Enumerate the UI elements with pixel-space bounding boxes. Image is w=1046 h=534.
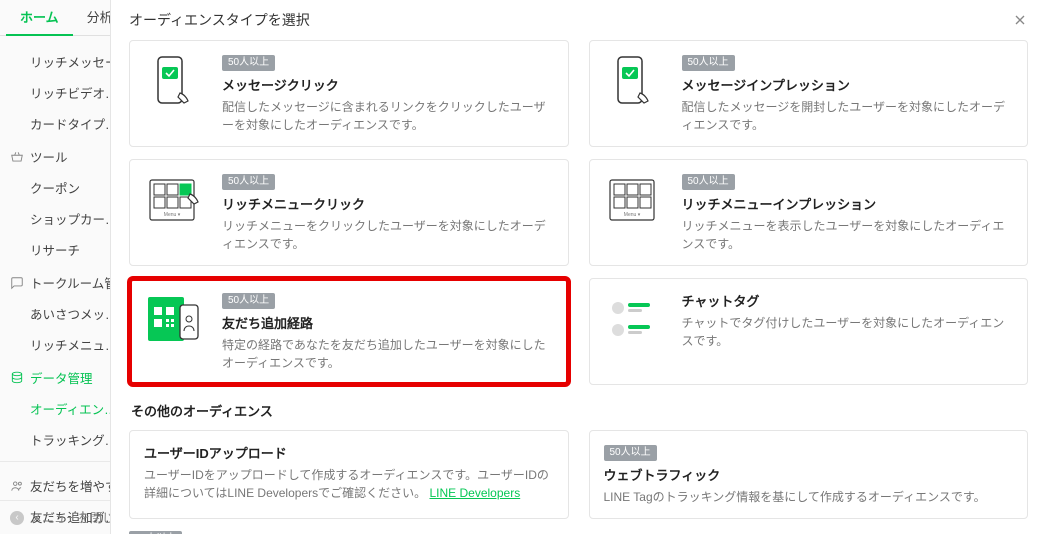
badge-50: 50人以上 (604, 445, 657, 461)
card-title: リッチメニュークリック (222, 194, 554, 213)
richmenu-icon: Menu ▾ (604, 172, 668, 230)
card-title: メッセージインプレッション (682, 75, 1014, 94)
card-chat-tag[interactable]: チャットタグ チャットでタグ付けしたユーザーを対象にしたオーディエンスです。 (589, 278, 1029, 385)
badge-50: 50人以上 (222, 55, 275, 71)
line-developers-link[interactable]: LINE Developers (429, 486, 520, 500)
card-friend-add-path[interactable]: 50人以上 友だち追加経路 特定の経路であなたを友だち追加したユーザーを対象にし… (129, 278, 569, 385)
card-richmenu-click[interactable]: Menu ▾ 50人以上 リッチメニュークリック リッチメニューをクリックしたユ… (129, 159, 569, 266)
card-userid-upload[interactable]: ユーザーIDアップロード ユーザーIDをアップロードして作成するオーディエンスで… (129, 430, 569, 519)
card-title: リッチメニューインプレッション (682, 194, 1014, 213)
close-icon[interactable] (1012, 12, 1028, 28)
badge-50: 50人以上 (682, 55, 735, 71)
card-desc: 配信したメッセージに含まれるリンクをクリックしたユーザーを対象にしたオーディエン… (222, 98, 554, 134)
card-desc: リッチメニューを表示したユーザーを対象にしたオーディエンスです。 (682, 217, 1014, 253)
card-desc: リッチメニューをクリックしたユーザーを対象にしたオーディエンスです。 (222, 217, 554, 253)
card-web-traffic[interactable]: 50人以上 ウェブトラフィック LINE Tagのトラッキング情報を基にして作成… (589, 430, 1029, 519)
card-richmenu-impression[interactable]: Menu ▾ 50人以上 リッチメニューインプレッション リッチメニューを表示し… (589, 159, 1029, 266)
badge-50: 50人以上 (682, 174, 735, 190)
card-title: メッセージクリック (222, 75, 554, 94)
svg-text:Menu ▾: Menu ▾ (164, 212, 181, 218)
modal-title: オーディエンスタイプを選択 (129, 10, 310, 30)
phone-message-icon (604, 53, 668, 111)
card-title: チャットタグ (682, 291, 1014, 310)
card-title: 友だち追加経路 (222, 313, 554, 332)
audience-type-modal: オーディエンスタイプを選択 50人以上 メッセージクリック 配信したメッセージに… (110, 0, 1046, 534)
badge-50: 50人以上 (222, 293, 275, 309)
card-desc: 特定の経路であなたを友だち追加したユーザーを対象にしたオーディエンスです。 (222, 336, 554, 372)
card-title: ウェブトラフィック (604, 465, 1014, 484)
card-desc: 配信したメッセージを開封したユーザーを対象にしたオーディエンスです。 (682, 98, 1014, 134)
richmenu-click-icon: Menu ▾ (144, 172, 208, 230)
badge-50: 50人以上 (222, 174, 275, 190)
chat-tag-icon (604, 291, 668, 349)
svg-text:Menu ▾: Menu ▾ (623, 212, 640, 218)
other-audiences-heading: その他のオーディエンス (131, 401, 1028, 420)
card-message-impression[interactable]: 50人以上 メッセージインプレッション 配信したメッセージを開封したユーザーを対… (589, 40, 1029, 147)
card-desc: ユーザーIDをアップロードして作成するオーディエンスです。ユーザーIDの詳細につ… (144, 466, 554, 502)
card-title: ユーザーIDアップロード (144, 443, 554, 462)
card-desc: チャットでタグ付けしたユーザーを対象にしたオーディエンスです。 (682, 314, 1014, 350)
card-message-click[interactable]: 50人以上 メッセージクリック 配信したメッセージに含まれるリンクをクリックした… (129, 40, 569, 147)
card-desc: LINE Tagのトラッキング情報を基にして作成するオーディエンスです。 (604, 488, 1014, 506)
qr-phone-icon (144, 291, 208, 349)
phone-message-icon (144, 53, 208, 111)
